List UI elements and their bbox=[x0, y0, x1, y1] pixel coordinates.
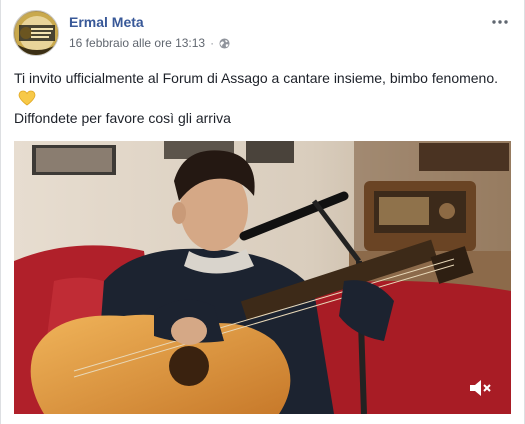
post-text: Ti invito ufficialmente al Forum di Assa… bbox=[14, 68, 510, 128]
video-frame bbox=[14, 141, 511, 414]
post-text-line: Ti invito ufficialmente al Forum di Assa… bbox=[14, 68, 510, 108]
more-options-icon[interactable] bbox=[488, 14, 512, 30]
post-timestamp[interactable]: 16 febbraio alle ore 13:13 bbox=[69, 36, 205, 50]
muted-speaker-icon[interactable] bbox=[467, 376, 495, 400]
video-player[interactable] bbox=[14, 141, 511, 414]
globe-icon[interactable] bbox=[219, 37, 230, 49]
post-card: Ermal Meta 16 febbraio alle ore 13:13 · … bbox=[0, 0, 525, 424]
post-meta: 16 febbraio alle ore 13:13 · bbox=[69, 36, 230, 50]
yellow-heart-icon bbox=[18, 90, 36, 106]
post-text-line2: Diffondete per favore così gli arriva bbox=[14, 110, 231, 126]
avatar[interactable] bbox=[13, 10, 59, 56]
author-name[interactable]: Ermal Meta bbox=[69, 14, 144, 30]
post-header: Ermal Meta 16 febbraio alle ore 13:13 · bbox=[13, 10, 512, 60]
avatar-image bbox=[15, 12, 58, 55]
meta-separator: · bbox=[210, 36, 215, 50]
post-text-line1: Ti invito ufficialmente al Forum di Assa… bbox=[14, 70, 499, 86]
